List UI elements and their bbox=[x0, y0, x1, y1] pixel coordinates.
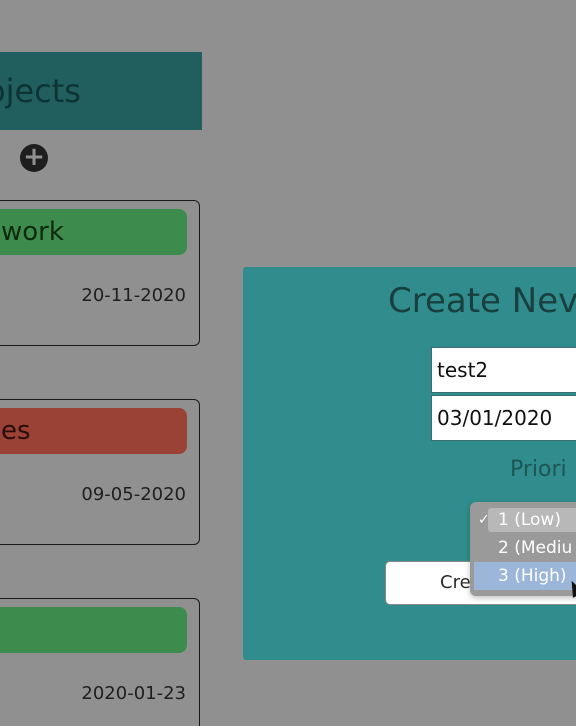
priority-option-high[interactable]: 3 (High) bbox=[470, 562, 576, 590]
project-card[interactable]: work 20-11-2020 bbox=[0, 200, 200, 346]
priority-dropdown-menu[interactable]: ✓ 1 (Low) 2 (Mediu 3 (High) bbox=[470, 502, 576, 596]
project-card[interactable]: es 09-05-2020 bbox=[0, 399, 200, 545]
priority-option-label: 1 (Low) bbox=[498, 510, 561, 530]
priority-option-label: 2 (Mediu bbox=[498, 538, 573, 558]
priority-option-low[interactable]: ✓ 1 (Low) bbox=[470, 506, 576, 534]
project-name-input[interactable] bbox=[431, 347, 576, 393]
project-card-title-text: es bbox=[1, 416, 31, 446]
priority-option-medium[interactable]: 2 (Mediu bbox=[470, 534, 576, 562]
project-card-title: work bbox=[0, 209, 187, 255]
project-card[interactable]: 2020-01-23 bbox=[0, 598, 200, 726]
app-page: ojects + work 20-11-2020 es 09-05-2020 2… bbox=[0, 0, 576, 726]
add-project-plus-icon[interactable]: + bbox=[20, 144, 48, 172]
project-card-title bbox=[0, 607, 187, 653]
priority-label: Priori bbox=[510, 457, 567, 482]
project-card-title: es bbox=[0, 408, 187, 454]
projects-header-label: ojects bbox=[0, 72, 81, 110]
project-card-title-text: work bbox=[1, 217, 64, 247]
project-card-date: 20-11-2020 bbox=[81, 285, 186, 306]
project-card-date: 09-05-2020 bbox=[81, 484, 186, 505]
create-project-modal: Create Nev Priori Create Project bbox=[243, 267, 576, 660]
checkmark-icon: ✓ bbox=[478, 512, 490, 528]
project-card-date: 2020-01-23 bbox=[81, 683, 186, 704]
modal-title: Create Nev bbox=[388, 281, 576, 321]
projects-header: ojects bbox=[0, 52, 202, 130]
priority-option-label: 3 (High) bbox=[498, 566, 567, 586]
project-date-input[interactable] bbox=[431, 395, 576, 441]
